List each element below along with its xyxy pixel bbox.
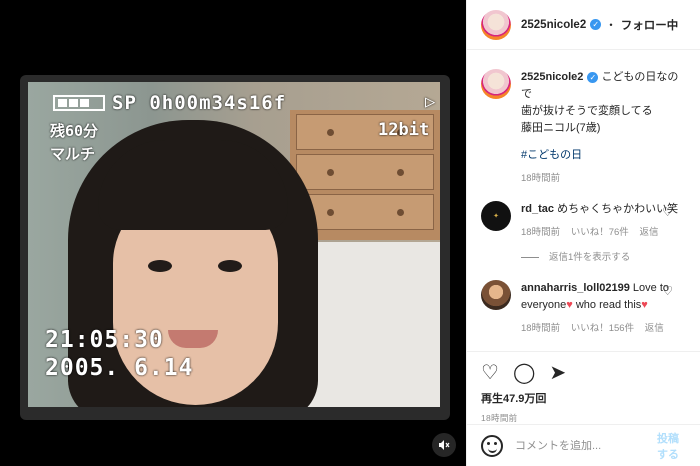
action-bar: ♡ ◯ ➤ 再生47.9万回 18時間前 [467,351,700,431]
comments-list[interactable]: 2525nicole2 ✓ こどもの日なので 歯が抜けそうで変顔してる 藤田ニコル… [467,51,700,351]
heart-icon[interactable]: ♡ [662,205,673,219]
battery-icon [53,95,105,111]
avatar[interactable] [481,69,511,99]
avatar[interactable] [481,280,511,310]
reply-button[interactable]: 返信 [645,323,664,334]
comment-time: 18時間前 [521,227,561,238]
view-replies-button[interactable]: 返信1件を表示する [521,249,678,266]
post-time: 18時間前 [481,413,518,423]
share-icon[interactable]: ➤ [549,360,566,384]
add-comment-bar: 投稿する [467,424,700,466]
heart-icon[interactable]: ♡ [481,360,499,384]
comment-likes[interactable]: いいね！156件 [571,323,634,334]
heart-emoji-icon: ♥ [641,299,648,311]
comment-icon[interactable]: ◯ [513,360,535,384]
osd-bits: 12bit [378,120,430,140]
comment-time: 18時間前 [521,323,561,334]
caption-time: 18時間前 [521,173,561,184]
osd-time: 21:05:30 [45,327,164,353]
caption: 2525nicole2 ✓ こどもの日なので 歯が抜けそうで変顔してる 藤田ニコル… [481,69,687,187]
verified-icon: ✓ [590,19,602,30]
heart-icon[interactable]: ♡ [662,284,673,298]
post-viewer: SP 0h00m34s16f ▷ 残60分 マルチ 12bit 21:05:30… [0,0,700,466]
avatar[interactable] [481,9,511,40]
post-button[interactable]: 投稿する [657,430,687,462]
comment-username[interactable]: rd_tac [521,203,554,215]
post-panel: 2525nicole2 ✓ ・ フォロー中 2525nicole2 ✓ こどもの日… [466,0,700,466]
verified-icon: ✓ [587,71,599,83]
video-player[interactable]: SP 0h00m34s16f ▷ 残60分 マルチ 12bit 21:05:30… [0,0,466,466]
comment-likes[interactable]: いいね！76件 [571,227,629,238]
mute-icon[interactable] [432,433,456,457]
comment-text-end: who read this [572,299,642,311]
caption-line2: 歯が抜けそうで変顔してる [521,105,653,117]
emoji-icon[interactable] [481,434,503,457]
header-separator: ・ [605,19,617,32]
hashtag-link[interactable]: #こどもの日 [521,149,582,161]
osd-mode: マルチ [50,145,96,163]
caption-line3: 藤田ニコル(7歳) [521,122,601,134]
reply-button[interactable]: 返信 [639,227,658,238]
osd-date: 2005. 6.14 [45,355,194,381]
comment-username[interactable]: annaharris_loll02199 [521,282,630,294]
osd-counter: SP 0h00m34s16f [112,92,287,114]
list-item: annaharris_loll02199 Love to everyone♥ w… [481,280,687,337]
play-indicator-icon: ▷ [425,92,436,112]
avatar[interactable]: ✦ [481,201,511,231]
follow-button[interactable]: フォロー中 [621,17,679,33]
header-username[interactable]: 2525nicole2 [521,19,586,31]
view-count[interactable]: 再生47.9万回 [481,390,687,406]
comment-text: めちゃくちゃかわいい笑 [557,203,679,215]
list-item: ✦ rd_tac めちゃくちゃかわいい笑 18時間前 いいね！76件 返信 返信… [481,201,687,266]
comment-input[interactable] [515,439,657,452]
osd-remaining: 残60分 [50,122,99,140]
caption-username[interactable]: 2525nicole2 [521,71,583,83]
post-header: 2525nicole2 ✓ ・ フォロー中 [467,0,700,50]
